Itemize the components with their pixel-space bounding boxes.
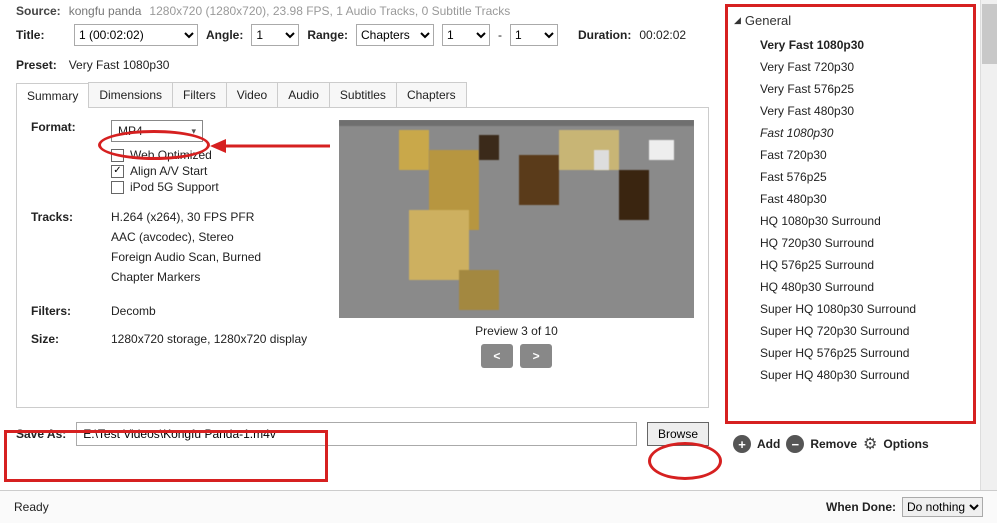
- presets-category-label: General: [745, 13, 791, 28]
- preview-next-button[interactable]: >: [520, 344, 552, 368]
- track-item: Foreign Audio Scan, Burned: [111, 250, 327, 264]
- presets-panel: ◢ General Very Fast 1080p30Very Fast 720…: [725, 4, 976, 424]
- format-select[interactable]: MP4 ▾: [111, 120, 203, 142]
- preset-item[interactable]: Super HQ 720p30 Surround: [730, 320, 971, 342]
- preset-item[interactable]: Very Fast 576p25: [730, 78, 971, 100]
- preset-item[interactable]: Fast 480p30: [730, 188, 971, 210]
- source-row: Source: kongfu panda 1280x720 (1280x720)…: [0, 0, 725, 20]
- range-dash: -: [498, 28, 502, 42]
- preset-item[interactable]: HQ 720p30 Surround: [730, 232, 971, 254]
- range-type-select[interactable]: Chapters: [356, 24, 434, 46]
- when-done-select[interactable]: Do nothing: [902, 497, 983, 517]
- minus-icon[interactable]: −: [786, 435, 804, 453]
- options-button[interactable]: Options: [883, 437, 928, 451]
- preview-image: [339, 120, 694, 318]
- tab-subtitles[interactable]: Subtitles: [329, 82, 397, 107]
- track-item: H.264 (x264), 30 FPS PFR: [111, 210, 327, 224]
- gear-icon[interactable]: ⚙: [863, 434, 877, 454]
- preset-item[interactable]: Fast 1080p30: [730, 122, 971, 144]
- add-preset-button[interactable]: Add: [757, 437, 780, 451]
- remove-preset-button[interactable]: Remove: [810, 437, 857, 451]
- save-as-label: Save As:: [16, 427, 66, 441]
- preview-counter: Preview 3 of 10: [339, 324, 694, 338]
- size-label: Size:: [31, 332, 91, 346]
- source-name: kongfu panda: [69, 4, 142, 18]
- preset-label: Preset:: [16, 58, 57, 72]
- preset-item[interactable]: Very Fast 480p30: [730, 100, 971, 122]
- save-as-input[interactable]: [76, 422, 637, 446]
- range-from-select[interactable]: 1: [442, 24, 490, 46]
- preset-item[interactable]: Super HQ 576p25 Surround: [730, 342, 971, 364]
- status-text: Ready: [14, 500, 49, 514]
- tab-summary[interactable]: Summary: [16, 83, 89, 108]
- vertical-scrollbar[interactable]: [980, 0, 997, 490]
- tracks-label: Tracks:: [31, 210, 91, 290]
- checkbox-ipod-5g-support[interactable]: [111, 181, 124, 194]
- format-value: MP4: [118, 124, 143, 138]
- preset-item[interactable]: Super HQ 480p30 Surround: [730, 364, 971, 386]
- triangle-down-icon: ◢: [734, 15, 741, 26]
- plus-icon[interactable]: +: [733, 435, 751, 453]
- checkbox-align-a-v-start[interactable]: [111, 165, 124, 178]
- preset-item[interactable]: Fast 576p25: [730, 166, 971, 188]
- checkbox-label: Align A/V Start: [130, 164, 207, 178]
- tab-chapters[interactable]: Chapters: [396, 82, 467, 107]
- browse-button[interactable]: Browse: [647, 422, 709, 446]
- duration-value: 00:02:02: [639, 28, 686, 42]
- angle-select[interactable]: 1: [251, 24, 299, 46]
- tabs: SummaryDimensionsFiltersVideoAudioSubtit…: [16, 82, 709, 108]
- source-label: Source:: [16, 4, 61, 18]
- track-item: Chapter Markers: [111, 270, 327, 284]
- tab-dimensions[interactable]: Dimensions: [88, 82, 173, 107]
- checkbox-label: iPod 5G Support: [130, 180, 219, 194]
- format-label: Format:: [31, 120, 91, 196]
- preset-item[interactable]: HQ 480p30 Surround: [730, 276, 971, 298]
- filters-label: Filters:: [31, 304, 91, 318]
- tab-audio[interactable]: Audio: [277, 82, 330, 107]
- size-value: 1280x720 storage, 1280x720 display: [111, 332, 327, 346]
- range-to-select[interactable]: 1: [510, 24, 558, 46]
- preset-item[interactable]: HQ 576p25 Surround: [730, 254, 971, 276]
- preset-item[interactable]: Fast 720p30: [730, 144, 971, 166]
- filters-value: Decomb: [111, 304, 327, 318]
- track-item: AAC (avcodec), Stereo: [111, 230, 327, 244]
- preset-item[interactable]: Super HQ 1080p30 Surround: [730, 298, 971, 320]
- presets-category-general[interactable]: ◢ General: [730, 11, 971, 34]
- tab-filters[interactable]: Filters: [172, 82, 227, 107]
- when-done-label: When Done:: [826, 500, 896, 514]
- preview-prev-button[interactable]: <: [481, 344, 513, 368]
- preset-item[interactable]: Very Fast 1080p30: [730, 34, 971, 56]
- checkbox-web-optimized[interactable]: [111, 149, 124, 162]
- duration-label: Duration:: [578, 28, 631, 42]
- range-label: Range:: [307, 28, 348, 42]
- tab-video[interactable]: Video: [226, 82, 278, 107]
- chevron-down-icon: ▾: [191, 126, 196, 137]
- preset-item[interactable]: HQ 1080p30 Surround: [730, 210, 971, 232]
- title-label: Title:: [16, 28, 66, 42]
- title-select[interactable]: 1 (00:02:02): [74, 24, 198, 46]
- source-meta: 1280x720 (1280x720), 23.98 FPS, 1 Audio …: [149, 4, 510, 18]
- preset-value: Very Fast 1080p30: [69, 58, 170, 72]
- angle-label: Angle:: [206, 28, 243, 42]
- preset-item[interactable]: Very Fast 720p30: [730, 56, 971, 78]
- checkbox-label: Web Optimized: [130, 148, 212, 162]
